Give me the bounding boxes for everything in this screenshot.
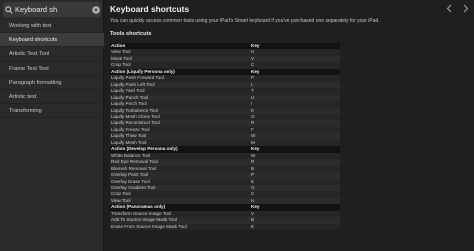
key-cell: E: [251, 223, 340, 231]
intro-text: You can quickly access common tools usin…: [110, 18, 380, 24]
section-title: Tools shortcuts: [110, 31, 152, 37]
help-content: Keyboard shortcuts You can quickly acces…: [105, 0, 474, 251]
search-box[interactable]: [3, 2, 101, 17]
clear-circle-icon[interactable]: [90, 2, 101, 17]
shortcuts-table: Action Key View Tool H Move Tool V Crop Tool C A…: [110, 43, 340, 231]
chevron-left-icon: [446, 4, 451, 12]
sidebar: Working with textKeyboard shortcutsArtis…: [0, 0, 104, 251]
back-button[interactable]: [442, 1, 456, 15]
search-input[interactable]: [15, 3, 90, 16]
sidebar-item[interactable]: Keyboard shortcuts: [0, 33, 104, 48]
sidebar-item[interactable]: Transforming: [0, 104, 104, 119]
table-row: Erase From Source Image Mask Tool E: [110, 223, 340, 231]
action-cell: Erase From Source Image Mask Tool: [110, 223, 251, 231]
sidebar-item[interactable]: Artistic Text Tool: [0, 47, 104, 62]
search-results-list: Working with text Keyboard shortcuts Artis…: [0, 19, 104, 119]
sidebar-item[interactable]: Paragraph formatting: [0, 76, 104, 90]
forward-button[interactable]: [458, 1, 472, 15]
search-icon: [3, 2, 15, 17]
chevron-right-icon: [463, 4, 468, 12]
sidebar-item[interactable]: Artistic text: [0, 90, 104, 105]
sidebar-item[interactable]: Frame Text Tool: [0, 62, 104, 76]
sidebar-item[interactable]: Working with text: [0, 19, 104, 34]
page-title: Keyboard shortcuts: [110, 4, 190, 14]
